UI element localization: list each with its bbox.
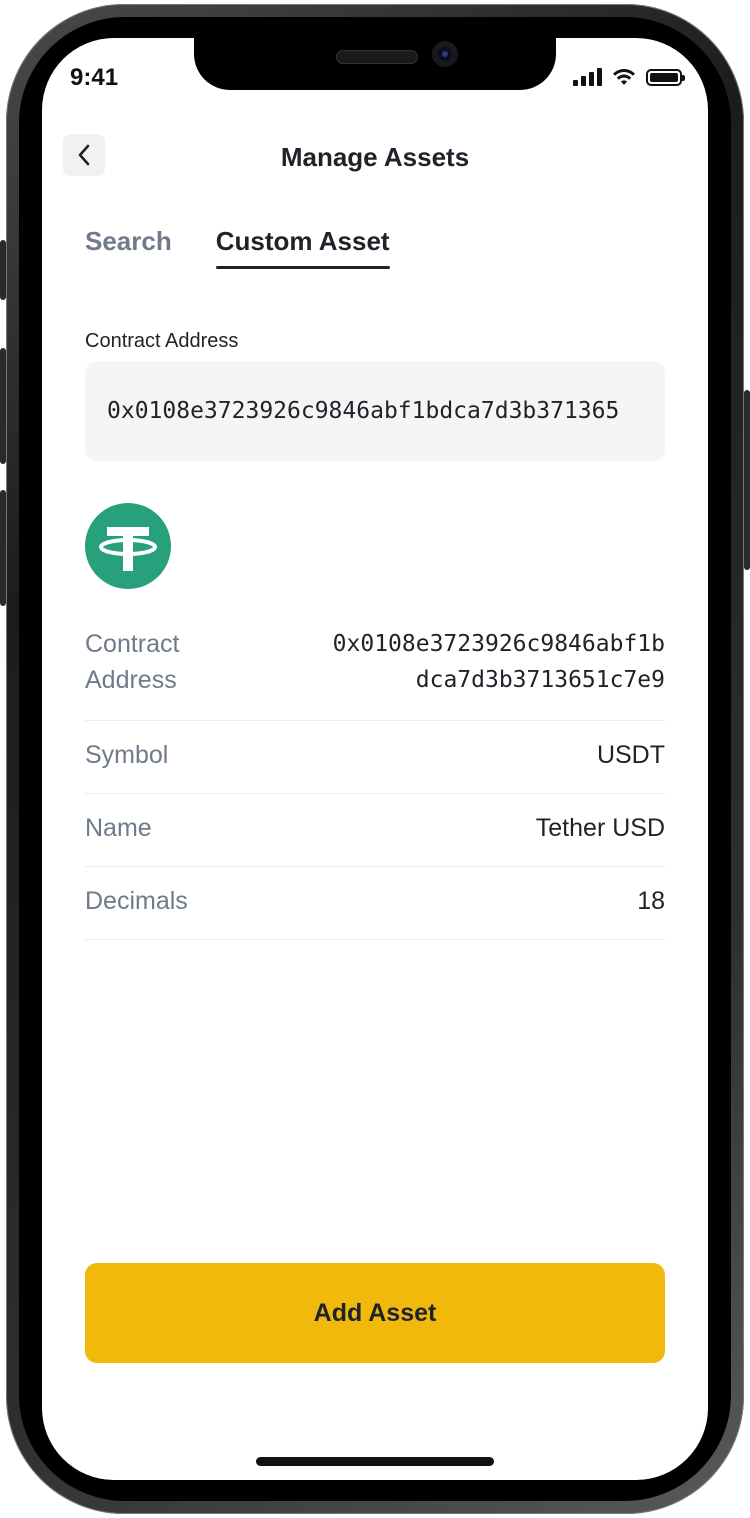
detail-row-symbol: Symbol USDT bbox=[85, 721, 665, 794]
detail-label-symbol: Symbol bbox=[85, 741, 169, 769]
mute-switch bbox=[0, 240, 6, 300]
detail-label-name: Name bbox=[85, 814, 152, 842]
tab-bar: Search Custom Asset bbox=[85, 226, 390, 269]
detail-row-name: Name Tether USD bbox=[85, 794, 665, 867]
page-title: Manage Assets bbox=[280, 142, 470, 172]
front-camera bbox=[432, 41, 458, 67]
status-time: 9:41 bbox=[70, 64, 119, 91]
tether-icon bbox=[85, 503, 171, 589]
contract-line-1: 0x0108e3723926c9846abf1b bbox=[332, 631, 665, 657]
detail-value-decimals: 18 bbox=[637, 887, 665, 915]
cellular-signal-icon bbox=[573, 68, 602, 86]
contract-line-2: dca7d3b3713651c7e9 bbox=[415, 667, 665, 693]
home-indicator[interactable] bbox=[256, 1457, 494, 1466]
detail-value-contract: 0x0108e3723926c9846abf1b dca7d3b3713651c… bbox=[333, 626, 665, 698]
detail-value-symbol: USDT bbox=[596, 741, 665, 769]
wifi-icon bbox=[613, 69, 635, 85]
detail-row-decimals: Decimals 18 bbox=[85, 867, 665, 940]
contract-address-label: Contract Address bbox=[85, 330, 239, 352]
notch bbox=[194, 38, 556, 90]
app-screen: 9:41 Manage Assets Search Custom Asset C… bbox=[42, 38, 708, 1480]
detail-label-contract: Contract Address bbox=[85, 630, 180, 694]
battery-icon bbox=[646, 68, 685, 86]
tab-custom-asset[interactable]: Custom Asset bbox=[215, 226, 390, 269]
detail-row-contract: Contract Address 0x0108e3723926c9846abf1… bbox=[85, 626, 665, 721]
status-icons bbox=[573, 68, 685, 86]
tab-search[interactable]: Search bbox=[85, 226, 172, 269]
detail-value-name: Tether USD bbox=[535, 814, 665, 842]
volume-down-button bbox=[0, 490, 6, 606]
power-button bbox=[744, 390, 750, 570]
speaker-grille bbox=[336, 50, 418, 64]
contract-address-input[interactable]: 0x0108e3723926c9846abf1bdca7d3b371365 bbox=[85, 361, 665, 461]
add-asset-button[interactable]: Add Asset bbox=[85, 1263, 665, 1363]
asset-details: Contract Address 0x0108e3723926c9846abf1… bbox=[85, 626, 665, 940]
volume-up-button bbox=[0, 348, 6, 464]
detail-label-decimals: Decimals bbox=[85, 887, 188, 915]
